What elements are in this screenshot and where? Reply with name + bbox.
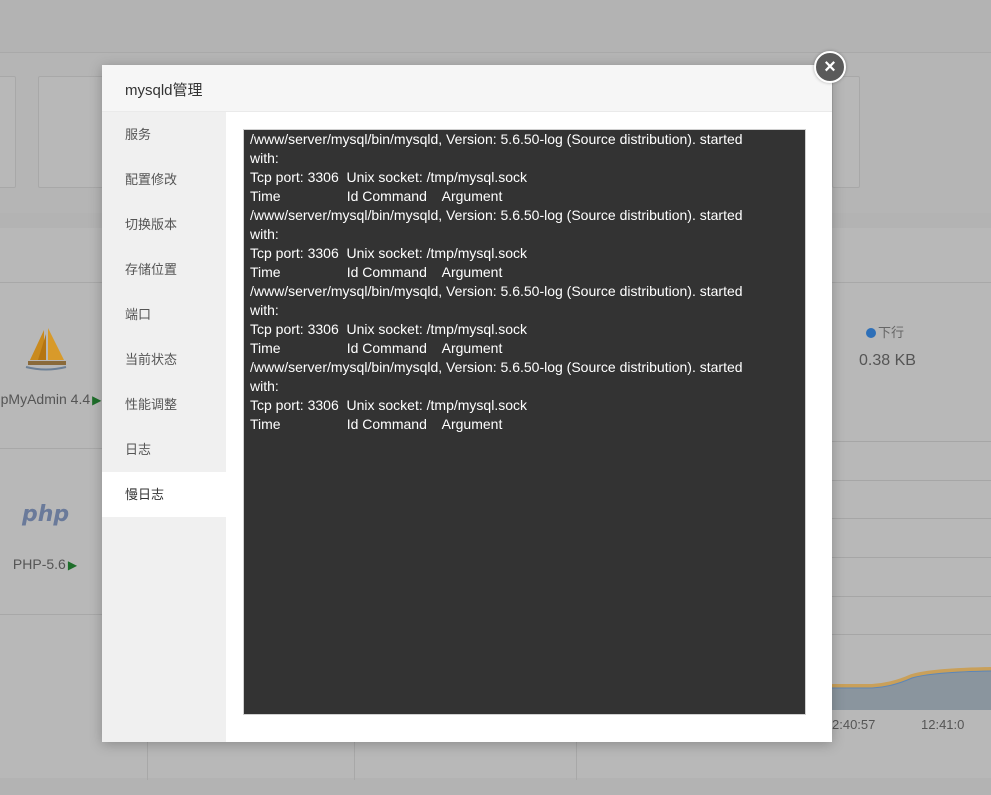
bg-bottom-cell <box>576 742 833 780</box>
bg-card <box>0 76 16 188</box>
sailboat-logo-icon <box>25 328 67 371</box>
bg-grid-line <box>831 634 991 635</box>
console-line: Time Id Command Argument <box>250 340 503 356</box>
sidebar-item-storage[interactable]: 存储位置 <box>102 247 226 292</box>
bg-app-name: pMyAdmin 4.4 <box>0 391 91 407</box>
sidebar-item-status[interactable]: 当前状态 <box>102 337 226 382</box>
sidebar-item-config[interactable]: 配置修改 <box>102 157 226 202</box>
console-line: with: <box>250 302 279 318</box>
php-logo-icon: php <box>22 502 70 527</box>
bg-bottom-cell <box>354 742 561 780</box>
bg-grid-line <box>831 596 991 597</box>
console-line: Tcp port: 3306 Unix socket: /tmp/mysql.s… <box>250 397 527 413</box>
mysqld-management-dialog: mysqld管理 服务 配置修改 切换版本 存储位置 端口 当前状态 性能调整 … <box>102 65 832 742</box>
bg-grid-line <box>831 518 991 519</box>
dialog-title: mysqld管理 <box>125 82 203 99</box>
bg-app-phpmyadmin: pMyAdmin 4.4 ▶ <box>0 391 102 407</box>
dialog-header: mysqld管理 <box>102 65 832 112</box>
console-line: Tcp port: 3306 Unix socket: /tmp/mysql.s… <box>250 245 527 261</box>
bg-traffic-legend: 下行 <box>866 322 904 341</box>
bg-traffic-value: 0.38 KB <box>859 352 916 369</box>
slow-log-console[interactable]: /www/server/mysql/bin/mysqld, Version: 5… <box>243 129 806 715</box>
console-line: Time Id Command Argument <box>250 188 503 204</box>
sidebar-item-log[interactable]: 日志 <box>102 427 226 472</box>
bg-card <box>832 76 860 188</box>
bg-time-label: 12:41:0 <box>921 717 965 732</box>
bg-app-name: PHP-5.6 <box>12 556 66 572</box>
bg-time-label: 2:40:57 <box>832 717 876 732</box>
bg-bottom-cell <box>147 742 354 780</box>
play-icon: ▶ <box>92 393 102 407</box>
sidebar-item-service[interactable]: 服务 <box>102 112 226 157</box>
dialog-sidebar: 服务 配置修改 切换版本 存储位置 端口 当前状态 性能调整 日志 慢日志 <box>102 112 226 742</box>
close-button[interactable]: × <box>814 51 846 83</box>
legend-label: 下行 <box>878 325 905 340</box>
legend-dot-icon <box>866 328 876 338</box>
console-line: /www/server/mysql/bin/mysqld, Version: 5… <box>250 207 743 223</box>
sidebar-item-performance[interactable]: 性能调整 <box>102 382 226 427</box>
play-icon: ▶ <box>67 558 78 572</box>
console-line: with: <box>250 226 279 242</box>
bg-grid-line <box>831 480 991 481</box>
console-line: Tcp port: 3306 Unix socket: /tmp/mysql.s… <box>250 321 527 337</box>
sidebar-item-switch-version[interactable]: 切换版本 <box>102 202 226 247</box>
console-line: Tcp port: 3306 Unix socket: /tmp/mysql.s… <box>250 169 527 185</box>
bg-divider <box>0 614 102 615</box>
sidebar-item-slow-log[interactable]: 慢日志 <box>102 472 226 517</box>
console-line: with: <box>250 378 279 394</box>
bg-divider <box>0 448 102 449</box>
console-line: /www/server/mysql/bin/mysqld, Version: 5… <box>250 131 743 147</box>
bg-grid-line <box>831 557 991 558</box>
console-line: /www/server/mysql/bin/mysqld, Version: 5… <box>250 359 743 375</box>
console-line: /www/server/mysql/bin/mysqld, Version: 5… <box>250 283 743 299</box>
sidebar-item-port[interactable]: 端口 <box>102 292 226 337</box>
close-icon: × <box>824 56 836 78</box>
bg-grid-line <box>831 441 991 442</box>
console-line: with: <box>250 150 279 166</box>
bg-card <box>38 76 110 188</box>
console-line: Time Id Command Argument <box>250 416 503 432</box>
console-line: Time Id Command Argument <box>250 264 503 280</box>
bg-area-chart <box>832 667 991 710</box>
bg-app-php: PHP-5.6 ▶ <box>0 556 90 572</box>
